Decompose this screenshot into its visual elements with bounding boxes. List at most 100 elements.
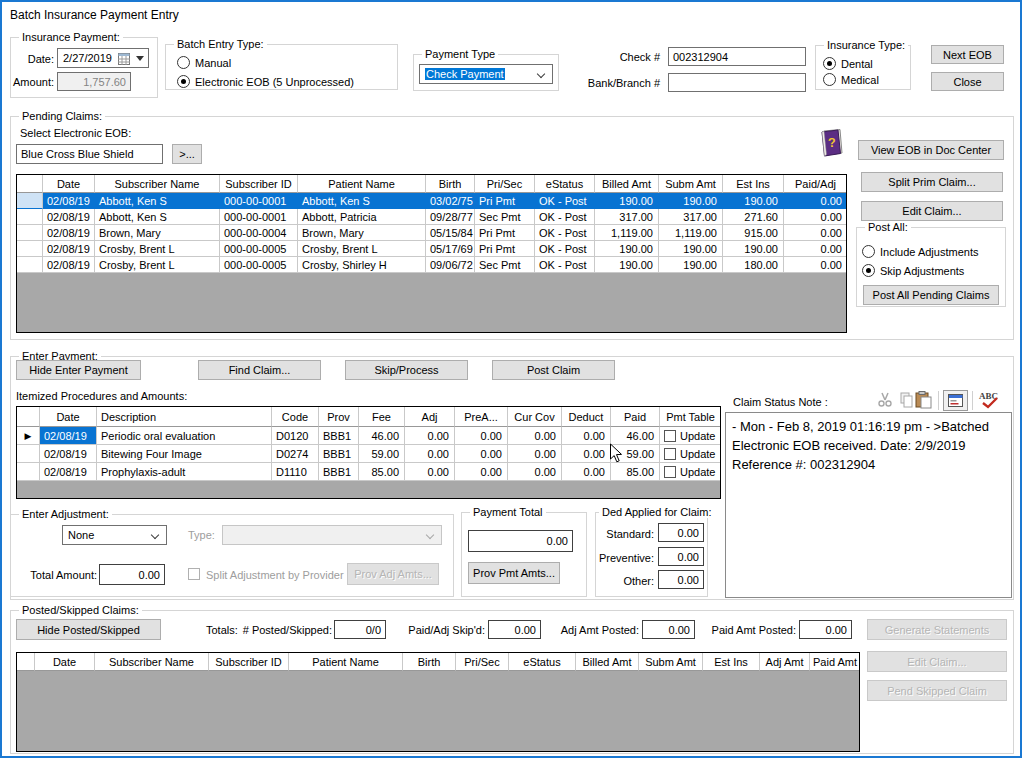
table-row[interactable]: 02/08/19Crosby, Brent L000-00-0005Crosby…	[17, 257, 846, 273]
next-eob-button[interactable]: Next EOB	[931, 45, 1004, 64]
cut-icon[interactable]	[877, 392, 893, 408]
hide-enter-payment-button[interactable]: Hide Enter Payment	[16, 360, 141, 380]
copy-icon[interactable]	[899, 392, 915, 408]
chevron-down-icon[interactable]	[151, 531, 159, 539]
split-prim-claim-button[interactable]: Split Prim Claim...	[861, 172, 1003, 192]
update-label: Update	[680, 448, 715, 460]
prov-adj-amts-button: Prov Adj Amts...	[347, 563, 439, 585]
claim-status-note-text[interactable]: - Mon - Feb 8, 2019 01:16:19 pm - >Batch…	[725, 412, 1012, 598]
radio-manual[interactable]: Manual	[177, 56, 231, 69]
insurance-type-label: Insurance Type:	[824, 39, 908, 51]
table-row[interactable]: 02/08/19Abbott, Ken S000-00-0001Abbott, …	[17, 193, 846, 209]
radio-dental[interactable]: Dental	[823, 57, 873, 70]
adjustment-value: None	[68, 529, 94, 541]
date-picker[interactable]: 2/27/2019	[57, 48, 149, 68]
radio-skip-adjustments[interactable]: Skip Adjustments	[862, 264, 964, 277]
calendar-icon[interactable]	[118, 53, 130, 65]
cell: OK - Post	[535, 225, 595, 241]
hide-posted-skipped-button[interactable]: Hide Posted/Skipped	[16, 619, 161, 640]
payment-total-field[interactable]: 0.00	[468, 530, 573, 552]
update-checkbox[interactable]	[664, 448, 676, 460]
radio-include-adjustments[interactable]: Include Adjustments	[862, 245, 978, 258]
bank-branch-field[interactable]	[668, 73, 806, 92]
column-header: Date	[43, 175, 95, 193]
skip-process-button[interactable]: Skip/Process	[345, 360, 468, 380]
payment-type-select[interactable]: Check Payment	[419, 64, 553, 84]
cell: D0120	[272, 427, 319, 445]
paste-icon[interactable]	[915, 391, 932, 409]
column-header: Patient Name	[298, 175, 426, 193]
other-field[interactable]: 0.00	[658, 570, 704, 589]
date-dropdown-arrow-icon[interactable]	[136, 56, 144, 61]
cell: Crosby, Brent L	[95, 241, 220, 257]
cell: 190.00	[723, 193, 784, 209]
table-row[interactable]: 02/08/19Brown, Mary000-00-0004Brown, Mar…	[17, 225, 846, 241]
column-header: PreA...	[455, 407, 508, 427]
update-checkbox[interactable]	[664, 430, 676, 442]
cell: Abbott, Patricia	[298, 209, 426, 225]
cell: 02/08/19	[40, 445, 97, 463]
cell: 0.00	[455, 463, 508, 481]
cell: 59.00	[359, 445, 405, 463]
posted-skipped-table[interactable]: DateSubscriber NameSubscriber IDPatient …	[16, 652, 860, 752]
eob-field[interactable]: Blue Cross Blue Shield	[16, 144, 163, 164]
cell: 02/08/19	[43, 241, 95, 257]
table-row[interactable]: 02/08/19Crosby, Brent L000-00-0005Crosby…	[17, 241, 846, 257]
cell: 05/17/69	[426, 241, 475, 257]
cell: 0.00	[508, 445, 562, 463]
cell: 0.00	[784, 241, 847, 257]
post-claim-button[interactable]: Post Claim	[492, 360, 615, 380]
pending-claims-table[interactable]: DateSubscriber NameSubscriber IDPatient …	[16, 174, 847, 333]
eob-browse-button[interactable]: >...	[172, 144, 202, 164]
cell: Update	[660, 427, 721, 445]
cell: 0.00	[405, 463, 455, 481]
preventive-field[interactable]: 0.00	[658, 547, 704, 566]
cell: 0.00	[508, 427, 562, 445]
prov-pmt-amts-button[interactable]: Prov Pmt Amts...	[468, 562, 560, 584]
find-claim-button[interactable]: Find Claim...	[198, 360, 321, 380]
cell: 85.00	[611, 463, 660, 481]
cell: 190.00	[659, 257, 723, 273]
insert-dateline-button[interactable]	[943, 390, 968, 411]
preventive-label: Preventive:	[592, 552, 654, 564]
total-amount-field[interactable]: 0.00	[99, 564, 165, 585]
view-eob-doc-center-button[interactable]: View EOB in Doc Center	[858, 140, 1004, 160]
radio-circle[interactable]	[177, 56, 190, 69]
column-header: Pri/Sec	[456, 653, 509, 671]
post-all-pending-claims-button[interactable]: Post All Pending Claims	[863, 285, 999, 305]
cell: 02/08/19	[40, 463, 97, 481]
radio-circle[interactable]	[823, 57, 836, 70]
spell-check-icon[interactable]: ABC	[979, 391, 1001, 409]
radio-medical[interactable]: Medical	[823, 73, 879, 86]
cell: 190.00	[659, 241, 723, 257]
update-checkbox[interactable]	[664, 466, 676, 478]
edit-claim-button[interactable]: Edit Claim...	[861, 201, 1003, 221]
close-button[interactable]: Close	[931, 72, 1004, 91]
check-number-field[interactable]: 002312904	[668, 47, 806, 66]
column-header: Subm Amt	[659, 175, 723, 193]
cell: 46.00	[359, 427, 405, 445]
radio-circle[interactable]	[177, 75, 190, 88]
grid-header-row: DateSubscriber NameSubscriber IDPatient …	[17, 175, 846, 193]
standard-field[interactable]: 0.00	[658, 523, 704, 542]
column-header: Est Ins	[723, 175, 784, 193]
payment-type-label: Payment Type	[422, 48, 498, 60]
toolbar-separator	[938, 391, 939, 410]
table-row[interactable]: 02/08/19Prophylaxis-adultD1110BBB185.000…	[17, 463, 720, 481]
column-header: Paid	[611, 407, 660, 427]
radio-electronic-eob[interactable]: Electronic EOB (5 Unprocessed)	[177, 75, 354, 88]
column-header: Patient Name	[289, 653, 403, 671]
radio-circle[interactable]	[823, 73, 836, 86]
note-line: Reference #: 002312904	[732, 455, 989, 474]
radio-circle[interactable]	[862, 245, 875, 258]
chevron-down-icon[interactable]	[537, 70, 545, 78]
check-number-label: Check #	[562, 51, 660, 63]
column-header: Paid/Adj	[784, 175, 847, 193]
adjustment-select[interactable]: None	[62, 525, 167, 545]
radio-circle[interactable]	[862, 264, 875, 277]
eob-book-icon[interactable]: ?	[818, 128, 846, 158]
cell: 0.00	[455, 427, 508, 445]
cell: 180.00	[723, 257, 784, 273]
cell: Pri Pmt	[475, 193, 535, 209]
table-row[interactable]: 02/08/19Abbott, Ken S000-00-0001Abbott, …	[17, 209, 846, 225]
